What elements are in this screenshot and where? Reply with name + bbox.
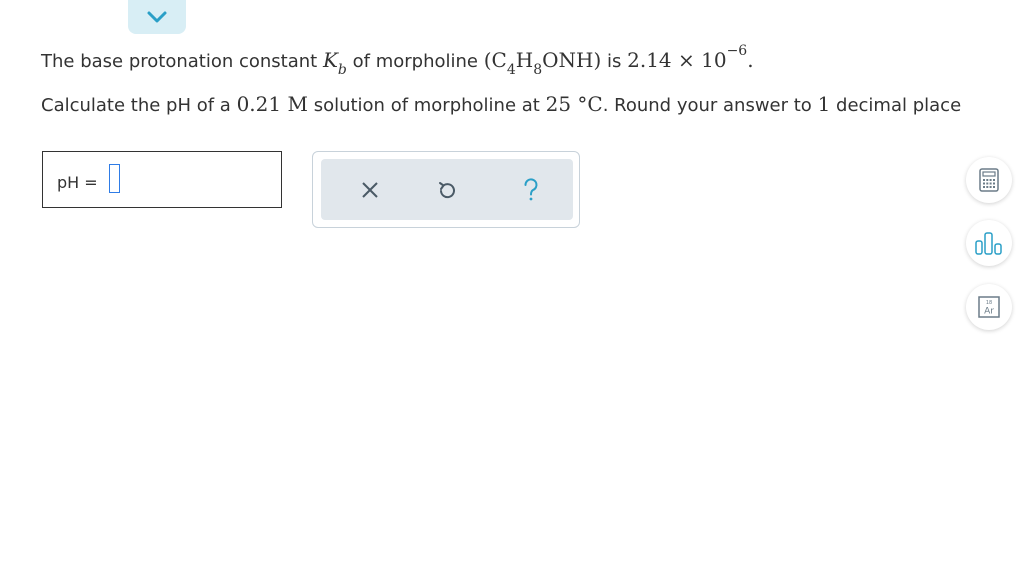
is-text: is — [607, 51, 622, 72]
kb-symbol: Kb — [322, 48, 347, 78]
element-symbol: Ar — [984, 307, 994, 317]
of-morpholine-text: of morpholine — [352, 51, 478, 72]
question-line-1: The base protonation constant Kb of morp… — [41, 43, 754, 78]
periodic-table-button[interactable]: 18 Ar — [966, 284, 1012, 330]
calculate-text: Calculate the pH of a — [41, 95, 231, 116]
answer-tools-panel — [312, 151, 580, 228]
concentration-value: 0.21 M — [236, 92, 308, 116]
calculator-icon — [979, 168, 999, 192]
chevron-down-icon — [147, 11, 167, 23]
data-button[interactable] — [966, 220, 1012, 266]
question-icon — [524, 178, 538, 201]
periodic-table-icon: 18 Ar — [978, 296, 1000, 318]
x-icon — [362, 182, 378, 198]
undo-icon — [439, 182, 455, 199]
ph-answer-input[interactable] — [109, 164, 120, 193]
temperature-value: 25 °C — [545, 92, 603, 116]
decimal-count: 1 — [817, 92, 831, 116]
morpholine-formula: (C4H8ONH) — [483, 48, 602, 78]
question-intro: The base protonation constant — [41, 51, 318, 72]
answer-box: pH = — [42, 151, 282, 208]
solution-text: solution of morpholine at — [313, 95, 540, 116]
round-text: . Round your answer to — [602, 95, 812, 116]
calculator-button[interactable] — [966, 157, 1012, 203]
tools-toolbar — [321, 159, 573, 220]
undo-button[interactable] — [427, 170, 467, 210]
element-number: 18 — [986, 300, 992, 306]
help-button[interactable] — [511, 170, 551, 210]
collapse-toggle-button[interactable] — [128, 0, 186, 34]
ph-label: pH = — [57, 173, 98, 192]
bar-chart-icon — [975, 232, 1002, 255]
kb-value: 2.14 × 10−6. — [627, 43, 754, 72]
clear-button[interactable] — [350, 170, 390, 210]
decimal-place-text: decimal place — [836, 95, 962, 116]
question-line-2: Calculate the pH of a 0.21 M solution of… — [41, 92, 961, 116]
